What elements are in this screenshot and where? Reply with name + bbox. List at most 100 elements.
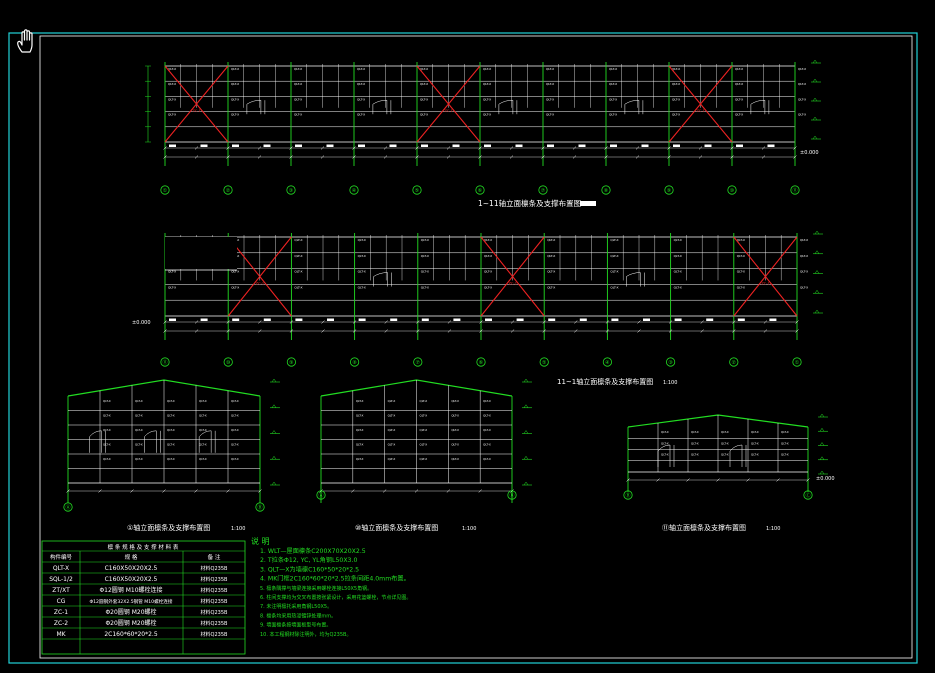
elevation-mark-triangle — [814, 230, 820, 235]
purlin-label: QLT-X — [674, 254, 682, 258]
ground-elevation-b: ±0.000 — [132, 320, 151, 326]
table-cell-spec: Φ12圆钢 M10螺栓连接 — [99, 586, 162, 594]
purlin-label: QLT-X — [103, 428, 111, 432]
elevation-mark-triangle — [523, 404, 529, 408]
purlin-label: QLT-X — [484, 270, 492, 274]
purlin-label: QLT-X — [483, 414, 491, 418]
purlin-label: QLT-X — [231, 414, 239, 418]
purlin-label: QLT-X — [547, 238, 555, 242]
purlin-label: QLT-X — [231, 113, 239, 117]
axis-label: Ⓑ — [509, 492, 514, 499]
axis-label: Ⓐ — [65, 504, 70, 511]
dimension-value — [295, 144, 302, 147]
purlin-label: QLT-X — [231, 443, 239, 447]
axis-label: ③ — [289, 188, 293, 194]
axis-label: ⑧ — [352, 360, 357, 366]
purlin-label: QLT-X — [547, 270, 555, 274]
axis-label: ② — [226, 188, 231, 194]
purlin-label: QLT-X — [294, 113, 302, 117]
purlin-label: QLT-X — [421, 270, 429, 274]
axis-label: ⑦ — [416, 360, 421, 366]
axis-label: ① — [795, 360, 800, 366]
purlin-label: QLT-X — [357, 67, 365, 71]
table-cell-id: ZT/XT — [52, 587, 70, 594]
purlin-label: QLT-X — [294, 254, 302, 258]
note-line: 5. 檩条隅撑与墙梁连接采用螺栓连接L50X5角钢。 — [260, 585, 372, 592]
dimension-value — [737, 318, 745, 321]
purlin-label: QLT-X — [199, 428, 207, 432]
purlin-label: QLT-X — [672, 82, 680, 86]
cad-drawing[interactable]: QLT-X QLT-X QLT-X QLT-X QLT-X QLT-X QLT-X QLT-X… — [0, 0, 935, 673]
ground-elevation-a: ±0.000 — [800, 150, 819, 156]
purlin-label: QLT-X — [167, 443, 175, 447]
dimension-value — [610, 144, 617, 147]
cad-viewport[interactable]: QLT-X QLT-X QLT-X QLT-X QLT-X QLT-X QLT-X QLT-X… — [0, 0, 935, 673]
window-outline — [246, 99, 262, 115]
purlin-label: QLT-X — [674, 285, 682, 289]
purlin-label: QLT-X — [103, 457, 111, 461]
hand-pan-icon — [17, 29, 33, 53]
elevation-mark-triangle — [814, 270, 820, 274]
dimension-value — [389, 144, 397, 147]
purlin-label: QLT-X — [735, 113, 743, 117]
table-cell-id: MK — [56, 631, 66, 638]
purlin-label: QLT-X — [199, 414, 207, 418]
purlin-label: QLT-X — [451, 443, 459, 447]
material-table: 檩 条 规 格 及 支 撑 材 料 表 构件编号 规 格 备 注 QLT-X C1… — [41, 540, 246, 655]
table-cell-note: 材料Q235B — [201, 598, 228, 605]
purlin-label: QLT-X — [388, 457, 396, 461]
door-outline — [729, 444, 743, 467]
purlin-label: QLT-X — [358, 285, 366, 289]
elevation-mark-triangle — [812, 59, 818, 64]
purlin-label: QLT-X — [483, 399, 491, 403]
purlin-label: QLT-X — [483, 67, 491, 71]
purlin-label: QLT-X — [674, 238, 682, 242]
purlin-label: QLT-X — [610, 270, 618, 274]
drawing-inner-border — [39, 35, 913, 659]
dimension-value — [706, 318, 714, 321]
note-line: 6. 柱间支撑均为交叉布置按张紧设计，采用花篮螺栓，节点详见图。 — [260, 594, 411, 601]
purlin-label: QLT-X — [420, 82, 428, 86]
brace-label: ZC-1 — [445, 109, 453, 113]
table-cell-note: 材料Q235B — [201, 620, 228, 627]
dimension-value — [548, 318, 556, 321]
table-title: 檩 条 规 格 及 支 撑 材 料 表 — [108, 543, 179, 551]
axis-label: ⑨ — [667, 188, 671, 194]
purlin-label: QLT-X — [294, 238, 302, 242]
dimension-value — [200, 318, 208, 321]
dimension-value — [578, 144, 586, 147]
purlin-label: QLT-X — [661, 430, 669, 434]
dimension-value — [327, 318, 334, 321]
axis-label: ⑪ — [792, 187, 797, 194]
table-cell-id: ZC-2 — [54, 620, 68, 627]
purlin-label: QLT-X — [358, 270, 366, 274]
purlin-label: QLT-X — [356, 443, 364, 447]
note-line: 1. WLT—屋面檩条C200X70X20X2.5 — [260, 547, 366, 555]
title-underline-a — [580, 201, 596, 206]
dimension-value — [485, 318, 492, 321]
axis-label: ⑧ — [604, 188, 609, 194]
purlin-label: QLT-X — [421, 285, 429, 289]
elevation-mark-triangle — [819, 442, 825, 446]
purlin-label: QLT-X — [721, 453, 729, 457]
purlin-label: QLT-X — [483, 443, 491, 447]
elevation-11-1: QLT-X QLT-X QLT-X QLT-X QLT-X QLT-X QLT-X QLT-X… — [132, 230, 823, 367]
purlin-label: QLT-X — [103, 414, 111, 418]
purlin-label: QLT-X — [609, 113, 617, 117]
purlin-label: QLT-X — [356, 457, 364, 461]
purlin-label: QLT-X — [231, 97, 239, 101]
purlin-label: QLT-X — [135, 443, 143, 447]
purlin-label: QLT-X — [546, 97, 554, 101]
purlin-label: QLT-X — [388, 399, 396, 403]
purlin-label: QLT-X — [167, 457, 175, 461]
purlin-label: QLT-X — [388, 428, 396, 432]
purlin-label: QLT-X — [420, 428, 428, 432]
axis-label: ④ — [352, 188, 357, 194]
dimension-value — [547, 144, 554, 147]
purlin-label: QLT-X — [294, 97, 302, 101]
purlin-label: QLT-X — [420, 457, 428, 461]
purlin-label: QLT-X — [609, 97, 617, 101]
table-cell-note: 材料Q235B — [201, 565, 228, 572]
purlin-label: QLT-X — [484, 254, 492, 258]
dimension-value — [295, 318, 303, 321]
